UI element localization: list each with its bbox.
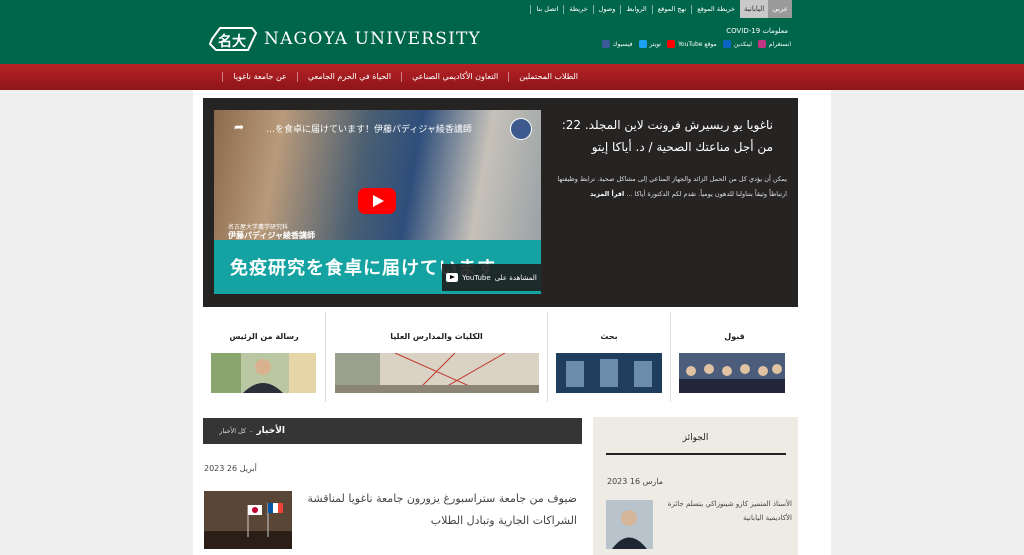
news-separator: -: [250, 427, 253, 435]
awards-divider: [606, 453, 786, 455]
social-linkedin[interactable]: لينكدين: [722, 40, 752, 48]
covid-info-link[interactable]: COVID-19 معلومات: [726, 27, 788, 35]
logo-text: NAGOYA UNIVERSITY: [264, 29, 481, 49]
university-logo[interactable]: 名大 NAGOYA UNIVERSITY: [208, 24, 481, 54]
social-youtube[interactable]: YouTube موقع: [667, 40, 717, 48]
news-date: أبريل 26 2023: [204, 464, 257, 473]
feature-title[interactable]: ناغويا يو ريسيرش فرونت لاين المجلد. 22: …: [551, 114, 773, 158]
youtube-video-embed[interactable]: ➦ …を食卓に届けています！伊藤パディジャ綾香講師 名古屋大学農学研究科 伊藤パ…: [214, 110, 541, 294]
twitter-icon: [638, 40, 647, 48]
social-twitter[interactable]: تويتر: [638, 40, 662, 48]
social-instagram[interactable]: انستغرام: [757, 40, 791, 48]
video-title[interactable]: …を食卓に届けています！伊藤パディジャ綾香講師: [266, 122, 472, 135]
nu-emblem-icon: 名大: [208, 27, 258, 51]
category-label: الكليات والمدارس العليا: [390, 332, 483, 341]
top-link-links[interactable]: الروابط: [620, 4, 651, 14]
social-facebook[interactable]: فيسبوك: [601, 40, 633, 48]
feature-body: يمكن أن يؤدي كل من الحمل الزائد والجهاز …: [551, 172, 787, 202]
nav-prospective-students[interactable]: الطلاب المحتملين: [508, 72, 588, 82]
social-label: انستغرام: [768, 40, 791, 48]
social-label: تويتر: [649, 40, 662, 48]
instagram-icon: [757, 40, 766, 48]
award-date: مارس 16 2023: [607, 477, 663, 486]
social-label: YouTube موقع: [678, 40, 717, 48]
social-links: انستغرام لينكدين YouTube موقع تويتر فيسب…: [601, 40, 791, 48]
category-links: رسالة من الرئيس الكليات والمدارس العليا …: [203, 312, 798, 402]
news-item-link[interactable]: ضيوف من جامعة ستراسبورغ يزورون جامعة ناغ…: [297, 488, 578, 532]
schools-photo: [335, 353, 539, 393]
nav-campus-life[interactable]: الحياة في الحرم الجامعي: [296, 72, 401, 82]
linkedin-icon: [722, 40, 731, 48]
news-header: الأخبار - كل الأخبار: [203, 418, 582, 444]
awards-panel: الجوائز مارس 16 2023 الأستاذ المتميز كاز…: [593, 417, 798, 555]
category-admissions[interactable]: قبول: [671, 312, 798, 402]
watch-on-youtube-button[interactable]: YouTube المشاهدة على: [442, 264, 541, 291]
top-link-map[interactable]: خريطة: [563, 4, 592, 14]
top-link-access[interactable]: وصول: [592, 4, 621, 14]
research-photo: [556, 353, 662, 393]
video-caption-name: 伊藤パディジャ綾香講師: [228, 231, 316, 240]
admissions-photo: [679, 353, 785, 393]
social-label: لينكدين: [733, 40, 752, 48]
play-button-icon[interactable]: [358, 188, 396, 214]
share-icon[interactable]: ➦: [234, 120, 248, 134]
news-header-inner: الأخبار - كل الأخبار: [219, 418, 285, 444]
read-more-link[interactable]: اقرأ المزيد: [590, 190, 624, 198]
category-research[interactable]: بحث: [548, 312, 670, 402]
language-switch: اليابانية عربي: [740, 0, 793, 18]
svg-text:名大: 名大: [218, 33, 246, 50]
news-thumbnail[interactable]: [204, 491, 292, 549]
award-photo[interactable]: [606, 500, 653, 549]
nav-industry-collaboration[interactable]: التعاون الأكاديمي الصناعي: [401, 72, 508, 82]
news-title: الأخبار: [256, 426, 285, 436]
youtube-icon: [667, 40, 676, 48]
youtube-logo-icon: [446, 273, 459, 282]
facebook-icon: [601, 40, 610, 48]
all-news-link[interactable]: كل الأخبار: [219, 427, 246, 435]
watch-label: المشاهدة على: [494, 273, 537, 282]
category-schools[interactable]: الكليات والمدارس العليا: [326, 312, 547, 402]
award-item-link[interactable]: الأستاذ المتميز كازو شينوزاكي يتسلم جائز…: [657, 497, 792, 525]
watch-brand: YouTube: [462, 273, 491, 282]
utility-links: خريطة الموقع نهج الموقع الروابط وصول خري…: [530, 0, 740, 18]
president-photo: [211, 353, 316, 393]
channel-avatar-icon[interactable]: [510, 118, 532, 140]
top-link-sitemap[interactable]: خريطة الموقع: [691, 4, 740, 14]
lang-arabic-link[interactable]: عربي: [768, 0, 793, 18]
top-link-contact[interactable]: اتصل بنا: [530, 4, 563, 14]
category-label: قبول: [724, 332, 745, 341]
social-label: فيسبوك: [612, 40, 633, 48]
category-president-message[interactable]: رسالة من الرئيس: [203, 312, 325, 402]
top-link-site-policy[interactable]: نهج الموقع: [651, 4, 692, 14]
awards-title: الجوائز: [682, 433, 709, 443]
main-nav: الطلاب المحتملين التعاون الأكاديمي الصنا…: [0, 64, 1024, 90]
category-label: رسالة من الرئيس: [229, 332, 299, 341]
main-nav-items: الطلاب المحتملين التعاون الأكاديمي الصنا…: [222, 64, 588, 90]
category-label: بحث: [600, 332, 618, 341]
nav-about[interactable]: عن جامعة ناغويا: [222, 72, 296, 82]
lang-japanese-link[interactable]: اليابانية: [740, 0, 769, 18]
site-header: اليابانية عربي خريطة الموقع نهج الموقع ا…: [0, 0, 1024, 64]
